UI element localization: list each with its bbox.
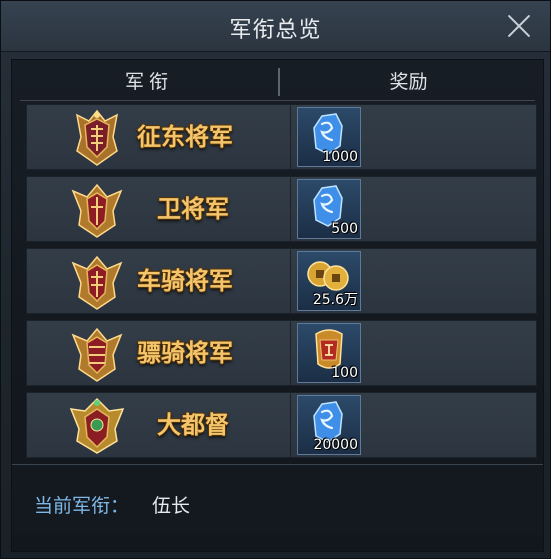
reward-count: 25.6万: [312, 292, 358, 308]
row-divider: [290, 321, 291, 385]
reward-count: 20000: [313, 437, 358, 453]
panel-title: 军衔总览: [229, 18, 322, 43]
rank-row: 卫将军 500: [26, 176, 537, 242]
column-header-reward: 奖励: [389, 71, 428, 93]
rank-list[interactable]: 军衔 奖励 征东将军 1000 卫将军 500 车骑将军 25.6万 骠骑将军 …: [11, 59, 544, 552]
reward-count: 1000: [322, 149, 358, 165]
close-icon[interactable]: [504, 11, 534, 41]
rank-emblem-icon: [75, 109, 119, 166]
row-divider: [290, 249, 291, 313]
rank-row: 骠骑将军 100: [26, 320, 537, 386]
rank-emblem-icon: [71, 183, 123, 238]
rank-row: 大都督 20000: [26, 392, 537, 458]
header-divider: [278, 68, 280, 96]
rank-emblem-icon: [69, 397, 125, 454]
row-divider: [290, 393, 291, 457]
reward-slot[interactable]: 25.6万: [297, 251, 361, 311]
title-bar: 军衔总览: [1, 1, 550, 52]
rank-name: 征东将军: [137, 123, 233, 151]
reward-slot[interactable]: 1000: [297, 107, 361, 167]
rank-row: 征东将军 1000: [26, 104, 537, 170]
current-rank-bar: 当前军衔： 伍长: [12, 464, 543, 535]
reward-count: 500: [331, 221, 358, 237]
rank-row: 车骑将军 25.6万: [26, 248, 537, 314]
row-divider: [290, 105, 291, 169]
rank-emblem-icon: [71, 327, 123, 382]
rank-name: 车骑将军: [137, 267, 233, 295]
rank-overview-panel: 军衔总览 军衔 奖励 征东将军 1000 卫将军 500 车骑将军 25.6万 …: [0, 0, 551, 559]
rank-name: 卫将军: [157, 195, 229, 223]
reward-slot[interactable]: 500: [297, 179, 361, 239]
rank-name: 骠骑将军: [137, 339, 233, 367]
reward-slot[interactable]: 20000: [297, 395, 361, 455]
reward-slot[interactable]: 100: [297, 323, 361, 383]
row-divider: [290, 177, 291, 241]
rank-name: 大都督: [157, 411, 229, 439]
rank-emblem-icon: [71, 255, 123, 310]
current-rank-label: 当前军衔：: [34, 495, 130, 517]
current-rank-value: 伍长: [152, 495, 191, 517]
column-header-rank: 军衔: [124, 71, 173, 93]
reward-count: 100: [331, 365, 358, 381]
table-header: 军衔 奖励: [20, 64, 535, 101]
